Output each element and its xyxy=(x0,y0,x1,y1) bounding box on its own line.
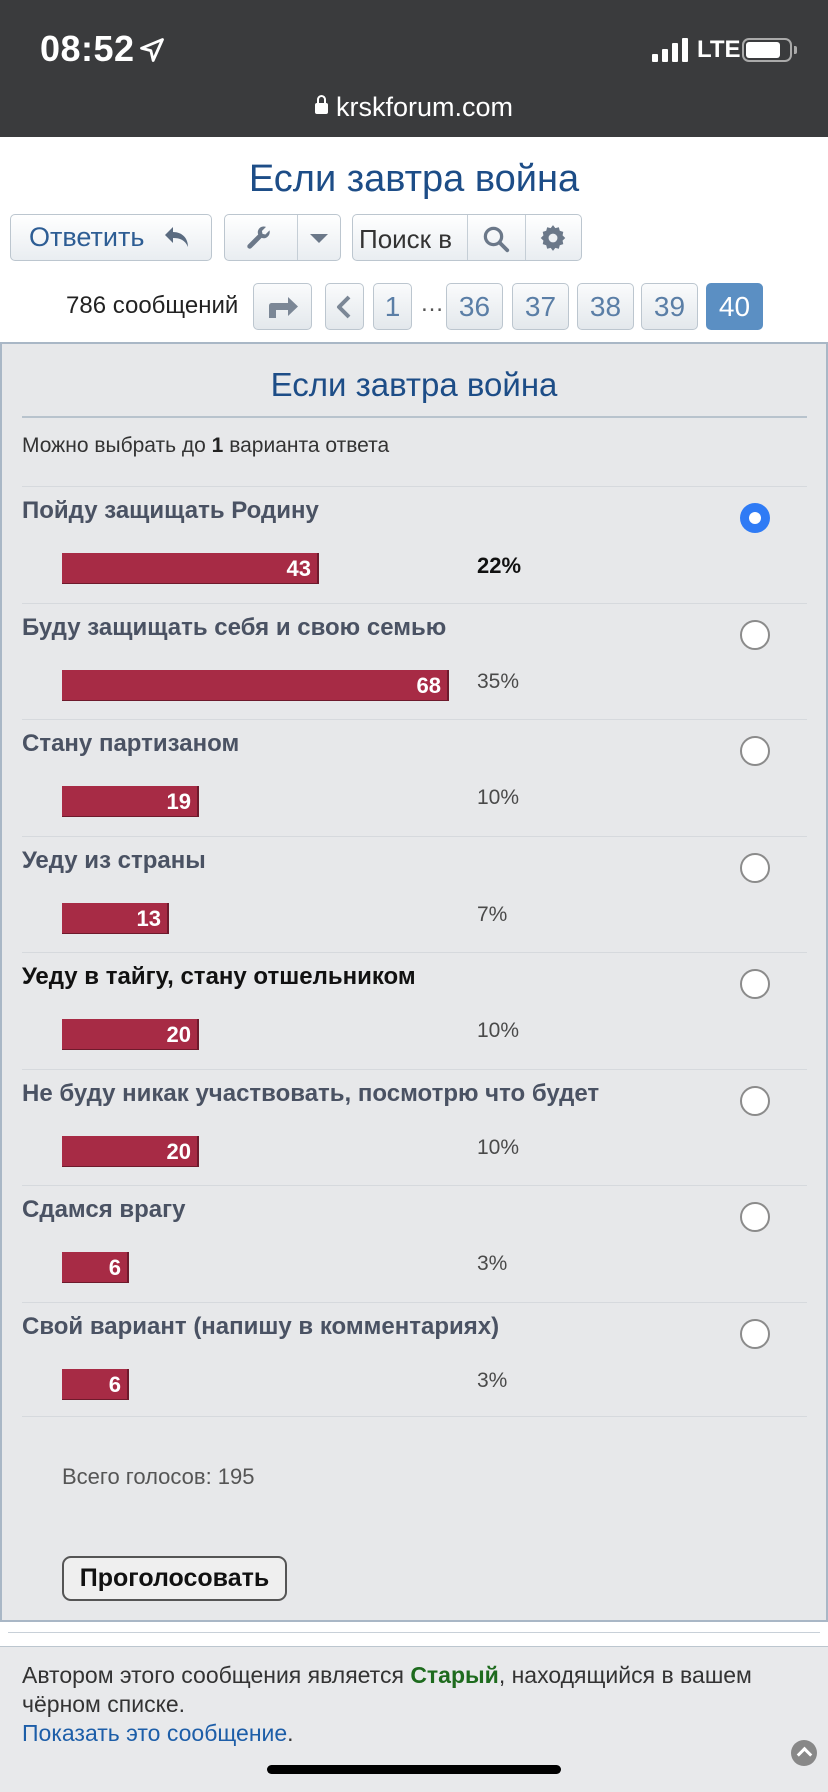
prev-page-button[interactable] xyxy=(325,283,364,330)
poll-option-label: Уеду из страны xyxy=(22,846,206,874)
poll-result-bar: 20 xyxy=(62,1135,199,1167)
poll-hint: Можно выбрать до 1 варианта ответа xyxy=(22,434,390,457)
reply-arrow-icon xyxy=(165,227,188,247)
poll-divider xyxy=(22,416,807,418)
gear-icon[interactable] xyxy=(539,224,567,252)
poll-panel: Если завтра война Можно выбрать до 1 вар… xyxy=(0,342,828,1622)
forward-arrow-icon xyxy=(269,297,298,318)
poll-option-radio[interactable] xyxy=(740,503,770,533)
search-input[interactable]: Поиск в xyxy=(352,214,582,261)
poll-vote-count: 6 xyxy=(108,1371,121,1397)
poll-option[interactable]: Свой вариант (напишу в комментариях) 6 3% xyxy=(22,1301,807,1418)
status-time: 08:52 xyxy=(40,28,135,69)
poll-option-label: Не буду никак участвовать, посмотрю что … xyxy=(22,1079,600,1107)
poll-vote-count: 20 xyxy=(166,1022,191,1047)
page-link[interactable]: 1 xyxy=(373,283,412,330)
lock-icon xyxy=(314,95,328,114)
jump-to-page-button[interactable] xyxy=(253,283,312,330)
poll-result-bar: 13 xyxy=(62,902,169,934)
page-title: Если завтра война xyxy=(248,158,580,200)
poll-option-label: Уеду в тайгу, стану отшельником xyxy=(22,963,416,990)
location-arrow-icon xyxy=(140,38,164,62)
poll-percent: 35% xyxy=(477,669,520,693)
poll-vote-count: 13 xyxy=(136,905,161,931)
reply-button[interactable]: Ответить xyxy=(10,214,212,261)
page-link[interactable]: 38 xyxy=(577,283,634,330)
poll-option-radio[interactable] xyxy=(740,619,770,650)
search-placeholder: Поиск в xyxy=(359,224,453,254)
poll-result-bar: 6 xyxy=(62,1368,129,1400)
poll-result-bar: 6 xyxy=(62,1252,129,1283)
poll-percent: 10% xyxy=(477,1019,520,1042)
poll-result-bar: 20 xyxy=(62,1019,199,1050)
poll-title: Если завтра война xyxy=(270,366,558,403)
page-link[interactable]: 37 xyxy=(512,283,569,330)
tools-divider xyxy=(297,215,298,260)
poll-option[interactable]: Пойду защищать Родину 43 22% xyxy=(22,486,807,602)
poll-option[interactable]: Сдамся врагу 6 3% xyxy=(22,1185,807,1301)
poll-option[interactable]: Уеду в тайгу, стану отшельником 20 10% xyxy=(22,952,807,1068)
poll-vote-count: 19 xyxy=(166,789,191,814)
notice-text: Автором этого сообщения является xyxy=(22,1662,411,1688)
vote-button[interactable]: Проголосовать xyxy=(62,1556,287,1601)
poll-option-label: Сдамся врагу xyxy=(22,1196,186,1223)
poll-option-radio[interactable] xyxy=(740,1318,770,1349)
poll-option-label: Стану партизаном xyxy=(22,730,240,757)
poll-vote-count: 6 xyxy=(108,1255,121,1280)
network-type: LTE xyxy=(697,36,741,63)
poll-vote-count: 68 xyxy=(416,672,441,698)
tools-dropdown-button[interactable] xyxy=(224,214,341,261)
poll-result-bar: 68 xyxy=(62,669,449,701)
poll-option-label: Буду защищать себя и свою семью xyxy=(22,613,447,641)
battery-icon xyxy=(742,38,797,62)
search-divider xyxy=(467,215,468,260)
search-icon[interactable] xyxy=(481,224,511,254)
search-divider xyxy=(525,215,526,260)
poll-option[interactable]: Стану партизаном 19 10% xyxy=(22,719,807,835)
poll-result-bar: 43 xyxy=(62,553,319,584)
chevron-left-icon xyxy=(337,295,351,319)
poll-percent: 22% xyxy=(477,553,522,578)
message-count: 786 сообщений xyxy=(66,292,239,319)
home-indicator xyxy=(267,1765,561,1774)
poll-option[interactable]: Уеду из страны 13 7% xyxy=(22,835,807,952)
url-text: krskforum.com xyxy=(335,92,514,122)
address-bar[interactable]: krskforum.com xyxy=(0,92,828,123)
poll-option[interactable]: Буду защищать себя и свою семью 68 35% xyxy=(22,602,807,719)
poll-vote-count: 20 xyxy=(166,1138,191,1164)
poll-divider xyxy=(22,1416,807,1417)
total-votes: Всего голосов: 195 xyxy=(62,1464,255,1489)
page-link[interactable]: 36 xyxy=(446,283,503,330)
poll-percent: 7% xyxy=(477,902,508,926)
poll-option-radio[interactable] xyxy=(740,1202,770,1232)
poll-option[interactable]: Не буду никак участвовать, посмотрю что … xyxy=(22,1068,807,1185)
poll-percent: 3% xyxy=(477,1368,508,1392)
poll-option-radio[interactable] xyxy=(740,969,770,999)
status-bar: 08:52 LTE krskforum.com xyxy=(0,0,828,137)
poll-percent: 3% xyxy=(477,1252,508,1275)
signal-icon xyxy=(652,38,688,62)
poll-vote-count: 43 xyxy=(286,556,311,581)
pagination-ellipsis: … xyxy=(420,290,444,317)
poll-percent: 10% xyxy=(477,786,520,809)
wrench-icon xyxy=(247,226,270,249)
poll-option-label: Свой вариант (напишу в комментариях) xyxy=(22,1312,500,1340)
poll-option-radio[interactable] xyxy=(740,1085,770,1116)
reply-button-label: Ответить xyxy=(29,222,145,252)
poll-option-label: Пойду защищать Родину xyxy=(22,497,319,524)
divider xyxy=(8,1632,820,1633)
page-link-current[interactable]: 40 xyxy=(706,283,763,330)
caret-down-icon xyxy=(310,234,328,243)
poll-option-radio[interactable] xyxy=(740,736,770,766)
poll-result-bar: 19 xyxy=(62,786,199,817)
poll-option-radio[interactable] xyxy=(740,852,770,883)
scroll-to-top-icon[interactable] xyxy=(791,1740,817,1766)
author-name[interactable]: Старый xyxy=(410,1662,499,1688)
poll-percent: 10% xyxy=(477,1135,520,1159)
page-link[interactable]: 39 xyxy=(641,283,698,330)
show-message-link[interactable]: Показать это сообщение xyxy=(22,1720,287,1746)
